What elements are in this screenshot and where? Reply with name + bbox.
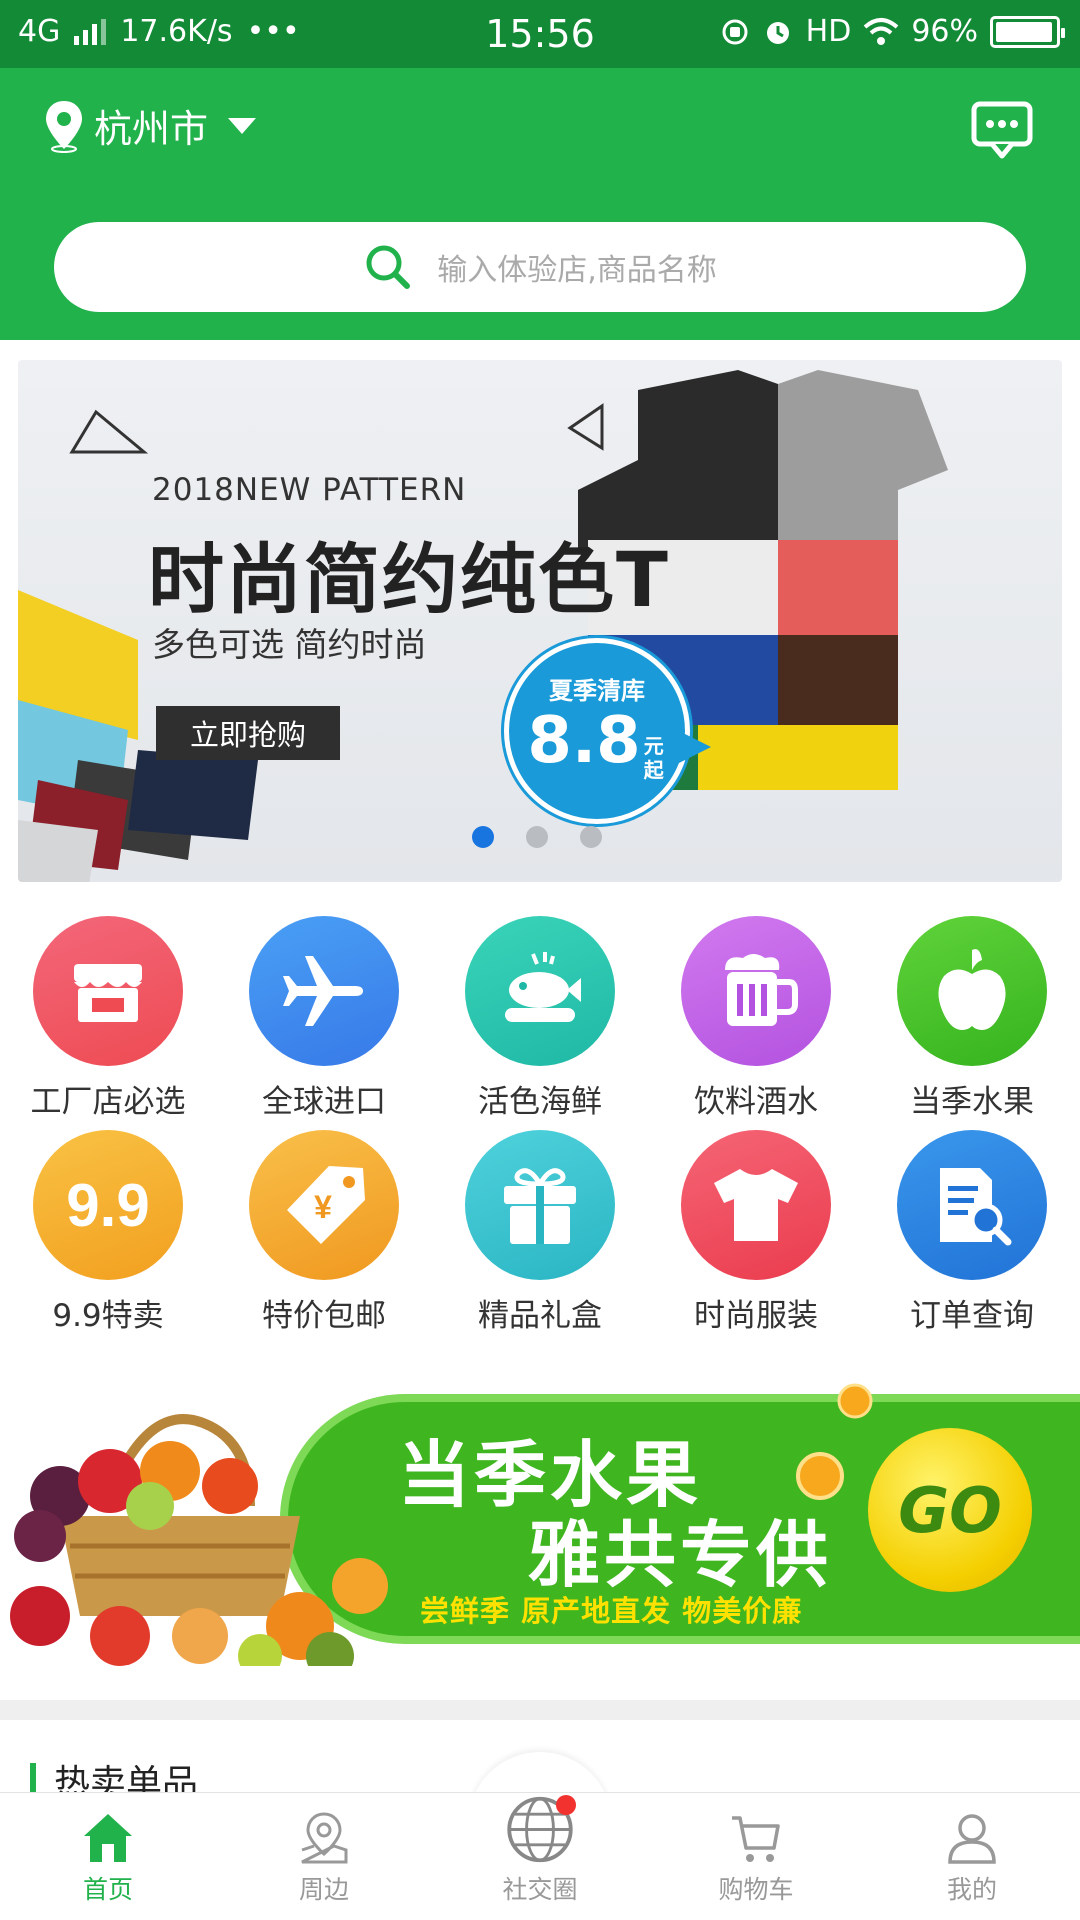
tab-label: 社交圈 <box>502 1875 578 1904</box>
category-item[interactable]: 订单查询 <box>864 1130 1080 1344</box>
category-label: 工厂店必选 <box>30 1084 186 1120</box>
tab-social[interactable]: 社交圈 <box>432 1793 648 1920</box>
nine-nine-icon: 9.9 <box>33 1130 183 1280</box>
airplane-icon <box>249 916 399 1066</box>
fruit-basket-image <box>10 1414 388 1666</box>
hd-indicator: HD <box>805 14 852 49</box>
price-badge: 夏季清库 8.8 元起 <box>504 638 711 824</box>
banner-carousel[interactable]: 2018NEW PATTERN 时尚简约纯色T 多色可选 简约时尚 立即抢购 夏… <box>18 360 1062 882</box>
tab-home[interactable]: 首页 <box>0 1793 216 1920</box>
battery-icon <box>990 15 1065 48</box>
wifi-icon <box>863 17 899 45</box>
category-item[interactable]: 9.9 9.9特卖 <box>0 1130 216 1344</box>
search-icon <box>366 245 411 289</box>
svg-text:9.9: 9.9 <box>66 1172 149 1239</box>
location-pin-icon <box>46 100 82 153</box>
city-name: 杭州市 <box>94 107 209 151</box>
tab-label: 我的 <box>946 1875 997 1904</box>
category-label: 时尚服装 <box>694 1298 818 1334</box>
banner-tagline: 多色可选 简约时尚 <box>152 625 427 664</box>
battery-percent: 96% <box>911 14 978 49</box>
price-badge-label: 夏季清库 <box>549 677 645 705</box>
category-item[interactable]: 精品礼盒 <box>432 1130 648 1344</box>
svg-text:¥: ¥ <box>314 1189 332 1225</box>
category-item[interactable]: 全球进口 <box>216 916 432 1130</box>
map-pin-icon <box>301 1812 348 1864</box>
category-item[interactable]: 活色海鲜 <box>432 916 648 1130</box>
category-label: 全球进口 <box>262 1084 386 1120</box>
order-search-icon <box>897 1130 1047 1280</box>
tab-label: 购物车 <box>718 1875 794 1904</box>
carousel-dots <box>472 826 602 848</box>
section-divider <box>0 1700 1080 1720</box>
category-label: 特价包邮 <box>262 1298 386 1334</box>
chat-bubble-icon <box>971 101 1033 159</box>
battery-fill <box>996 21 1052 42</box>
beer-mug-icon <box>681 916 831 1066</box>
category-grid: 工厂店必选 全球进口 活色海鲜 饮料酒水 当季水果 9.9 9.9特卖 ¥ 特价 <box>0 916 1080 1346</box>
bottom-tab-bar: 首页 周边 社交圈 购物车 我的 <box>0 1792 1080 1920</box>
city-selector[interactable]: 杭州市 <box>44 98 257 153</box>
home-icon <box>84 1814 132 1862</box>
cart-icon <box>732 1816 780 1862</box>
user-icon <box>948 1814 996 1864</box>
orange-slice-decoration <box>837 1383 873 1419</box>
category-item[interactable]: ¥ 特价包邮 <box>216 1130 432 1344</box>
promo-line-3: 尝鲜季 原产地直发 物美价廉 <box>420 1594 803 1628</box>
rotation-lock-icon <box>722 19 748 44</box>
carousel-dot[interactable] <box>580 826 602 848</box>
message-button[interactable] <box>970 98 1034 162</box>
status-right: HD 96% <box>720 14 1065 49</box>
chevron-down-icon <box>228 117 257 134</box>
orange-slice-decoration <box>796 1452 844 1500</box>
carousel-dot[interactable] <box>526 826 548 848</box>
search-placeholder: 输入体验店,商品名称 <box>437 253 717 288</box>
triangle-decoration <box>69 409 148 454</box>
banner-headline: 时尚简约纯色T <box>148 535 670 624</box>
banner-subtitle: 2018NEW PATTERN <box>152 472 467 508</box>
tshirt-icon <box>681 1130 831 1280</box>
app-header: 杭州市 输入体验店,商品名称 <box>0 68 1080 340</box>
category-label: 饮料酒水 <box>694 1084 818 1120</box>
price-badge-unit: 元起 <box>643 733 664 782</box>
category-item[interactable]: 时尚服装 <box>648 1130 864 1344</box>
status-bar: 4G 17.6K/s ••• 15:56 HD 96% <box>0 0 1080 68</box>
tab-label: 周边 <box>298 1875 349 1904</box>
category-item[interactable]: 当季水果 <box>864 916 1080 1130</box>
carousel-dot[interactable] <box>472 826 494 848</box>
badge-tail <box>679 731 711 763</box>
category-label: 订单查询 <box>910 1298 1034 1334</box>
tab-nearby[interactable]: 周边 <box>216 1793 432 1920</box>
gift-box-icon <box>465 1130 615 1280</box>
apple-icon <box>897 916 1047 1066</box>
category-label: 当季水果 <box>910 1084 1034 1120</box>
tab-me[interactable]: 我的 <box>864 1793 1080 1920</box>
tab-label: 首页 <box>82 1875 133 1904</box>
alarm-icon <box>766 21 789 44</box>
notification-dot <box>556 1795 576 1815</box>
seafood-icon <box>465 916 615 1066</box>
category-item[interactable]: 饮料酒水 <box>648 916 864 1130</box>
storefront-icon <box>33 916 183 1066</box>
category-label: 精品礼盒 <box>478 1298 602 1334</box>
tab-cart[interactable]: 购物车 <box>648 1793 864 1920</box>
category-item[interactable]: 工厂店必选 <box>0 916 216 1130</box>
buy-now-button[interactable]: 立即抢购 <box>156 706 340 760</box>
fruit-promo-banner[interactable]: 当季水果 雅共专供 尝鲜季 原产地直发 物美价廉 GO <box>0 1356 1080 1676</box>
category-label: 9.9特卖 <box>52 1298 164 1334</box>
price-tag-icon: ¥ <box>249 1130 399 1280</box>
go-button[interactable]: GO <box>868 1428 1032 1592</box>
category-label: 活色海鲜 <box>478 1084 602 1120</box>
search-bar[interactable]: 输入体验店,商品名称 <box>54 222 1026 312</box>
price-badge-price: 8.8 <box>527 704 641 778</box>
